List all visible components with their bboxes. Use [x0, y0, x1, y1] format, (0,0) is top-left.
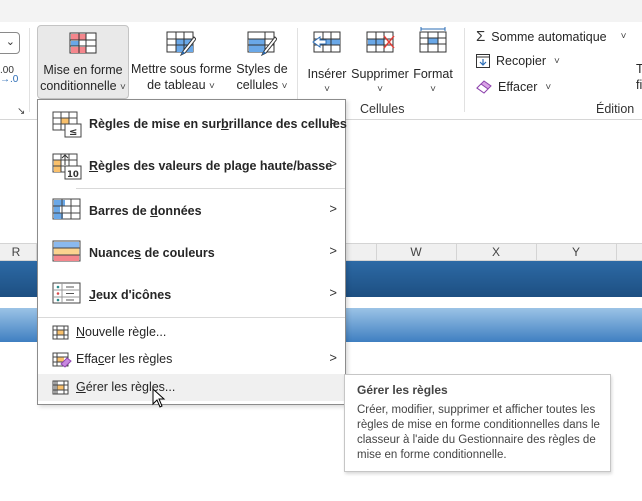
number-group-launcher-icon[interactable]: ↘	[17, 106, 25, 117]
delete-cells-icon	[366, 31, 395, 53]
tooltip-body: Créer, modifier, supprimer et afficher t…	[357, 404, 600, 461]
menu-item-color-scales[interactable]: Nuances de couleurs >	[38, 233, 345, 275]
conditional-formatting-label-2: conditionnelle	[40, 79, 117, 93]
column-header-w[interactable]: W	[386, 245, 446, 259]
chevron-down-icon: ⌄	[5, 36, 15, 48]
manage-rules-icon	[52, 380, 69, 395]
chevron-down-icon: ˅	[281, 81, 288, 92]
cell-styles-label-2: cellules	[236, 78, 279, 92]
conditional-formatting-menu: ≤ Règles de mise en surbrillance des cel…	[37, 99, 347, 405]
cell-styles-label: Styles de	[236, 62, 288, 76]
menu-item-new-rule[interactable]: Nouvelle règle...	[38, 319, 345, 346]
chevron-right-icon: >	[329, 156, 337, 171]
chevron-down-icon: ˅	[120, 82, 126, 93]
menu-item-icon-sets[interactable]: Jeux d'icônes >	[38, 275, 345, 317]
chevron-down-icon: ˅	[209, 81, 215, 92]
mouse-cursor-icon	[152, 388, 166, 408]
decrease-decimal-button[interactable]: .00 →.0	[0, 66, 19, 85]
fill-label: Recopier	[496, 54, 547, 68]
cell-styles-button[interactable]: Styles de cellules ˅	[234, 25, 290, 99]
format-as-table-label: Mettre sous forme	[131, 62, 232, 76]
highlight-rules-icon: ≤	[52, 111, 82, 138]
svg-text:10: 10	[67, 170, 79, 180]
chevron-right-icon: >	[329, 114, 337, 129]
chevron-down-icon: ˅	[430, 84, 436, 95]
insert-cells-icon	[312, 31, 341, 53]
format-label: Format	[413, 67, 453, 81]
format-as-table-button[interactable]: Mettre sous forme de tableau ˅	[131, 25, 232, 99]
delete-button[interactable]: Supprimer ˅	[351, 25, 409, 99]
insert-label: Insérer	[307, 67, 347, 81]
column-header-y[interactable]: Y	[546, 245, 606, 259]
editing-group-label: Édition	[596, 102, 635, 116]
data-bars-icon	[52, 198, 81, 220]
sort-filter-label-cutoff-2[interactable]: fi	[636, 78, 642, 92]
menu-item-label: Effacer les règles	[76, 352, 173, 366]
delete-label: Supprimer	[351, 67, 409, 81]
chevron-right-icon: >	[329, 350, 337, 365]
sort-filter-label-cutoff[interactable]: T	[636, 62, 642, 76]
clear-rules-icon	[52, 352, 72, 368]
menu-item-label: Règles des valeurs de plage haute/basse	[89, 159, 333, 173]
new-rule-icon	[52, 325, 69, 340]
chevron-right-icon: >	[329, 285, 337, 300]
number-format-dropdown[interactable]: ⌄	[0, 32, 20, 54]
decrease-decimal-icon: →.0	[0, 74, 19, 85]
chevron-right-icon: >	[329, 201, 337, 216]
format-as-table-label-2: de tableau	[147, 78, 206, 92]
svg-text:≤: ≤	[69, 127, 77, 138]
chevron-down-icon: ˅	[545, 81, 552, 93]
menu-item-label: Règles de mise en surbrillance des cellu…	[89, 117, 347, 131]
clear-button[interactable]: Effacer ˅	[476, 80, 551, 94]
cells-group-label: Cellules	[360, 102, 405, 116]
tooltip-manage-rules: Gérer les règles Créer, modifier, suppri…	[344, 374, 611, 472]
group-divider	[464, 28, 465, 112]
menu-item-highlight-cells-rules[interactable]: ≤ Règles de mise en surbrillance des cel…	[38, 104, 347, 146]
color-scales-icon	[52, 240, 81, 262]
chevron-down-icon: ˅	[620, 31, 627, 42]
chevron-down-icon: ˅	[324, 84, 330, 95]
autosum-label: Somme automatique	[491, 29, 607, 44]
conditional-formatting-label: Mise en forme	[43, 63, 123, 77]
sigma-icon: Σ	[476, 28, 486, 45]
conditional-formatting-button[interactable]: Mise en forme conditionnelle ˅	[37, 25, 129, 99]
top-bottom-rules-icon: 10	[52, 153, 82, 180]
menu-item-label: Jeux d'icônes	[89, 288, 172, 302]
format-as-table-icon	[166, 31, 196, 57]
format-cells-icon	[419, 27, 447, 53]
menu-divider	[76, 188, 345, 189]
eraser-icon	[476, 80, 492, 94]
menu-item-label: Nouvelle règle...	[76, 325, 167, 339]
column-divider	[376, 244, 377, 262]
chevron-down-icon: ˅	[377, 84, 383, 95]
cell-styles-icon	[247, 31, 277, 57]
chevron-down-icon: ˅	[554, 55, 560, 67]
icon-sets-icon	[52, 282, 81, 304]
menu-item-manage-rules[interactable]: Gérer les règles...	[38, 374, 345, 401]
column-header-x[interactable]: X	[466, 245, 526, 259]
tooltip-title: Gérer les règles	[357, 383, 448, 397]
fill-down-icon	[476, 54, 490, 68]
menu-divider	[38, 317, 345, 318]
clear-label: Effacer	[498, 80, 538, 94]
insert-button[interactable]: Insérer ˅	[305, 25, 349, 99]
fill-button[interactable]: Recopier ˅	[476, 54, 560, 68]
menu-item-data-bars[interactable]: Barres de données >	[38, 191, 345, 233]
title-bar-strip	[0, 0, 642, 22]
conditional-formatting-icon	[69, 32, 97, 54]
menu-item-top-bottom-rules[interactable]: 10 Règles des valeurs de plage haute/bas…	[38, 146, 345, 188]
menu-item-clear-rules[interactable]: Effacer les règles >	[38, 346, 345, 373]
column-divider	[616, 244, 617, 262]
format-button[interactable]: Format ˅	[411, 25, 455, 99]
chevron-right-icon: >	[329, 243, 337, 258]
group-divider	[29, 28, 30, 112]
menu-item-label: Barres de données	[89, 204, 202, 218]
menu-item-label: Nuances de couleurs	[89, 246, 215, 260]
column-divider	[456, 244, 457, 262]
column-divider	[536, 244, 537, 262]
autosum-button[interactable]: Σ Somme automatique ˅	[476, 28, 626, 45]
